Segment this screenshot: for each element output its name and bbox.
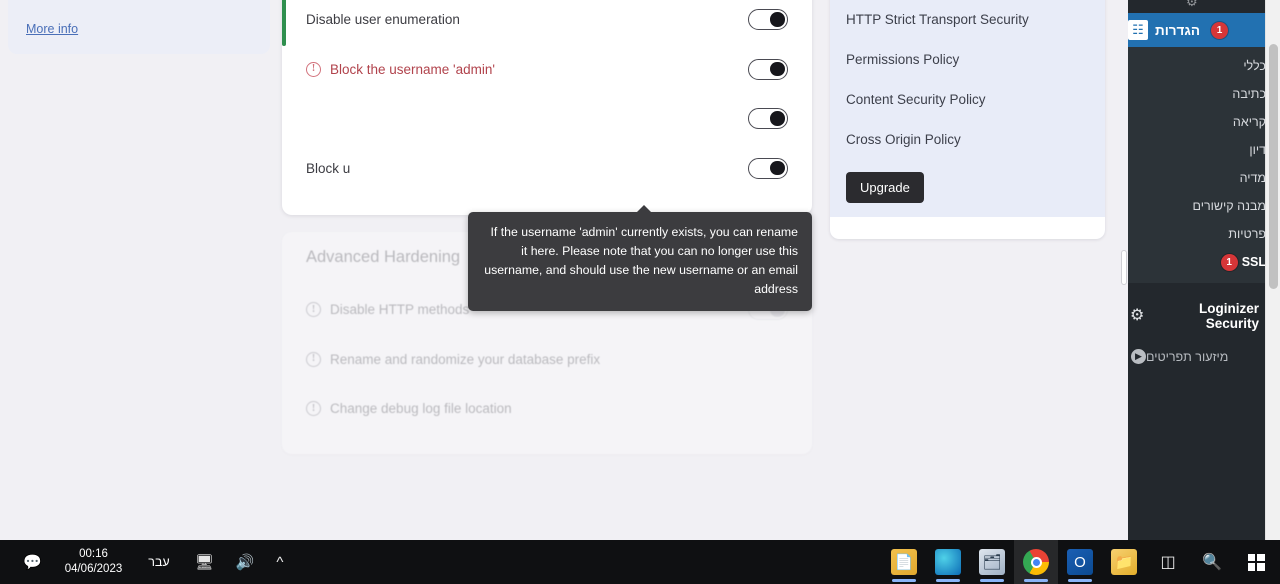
taskbar-system-tray: 💬 00:16 04/06/2023 עבר 🖥 🔊 ^ — [0, 540, 292, 584]
volume-icon[interactable]: 🔊 — [227, 553, 264, 571]
sidebar-scrollbar[interactable] — [1120, 0, 1128, 540]
advanced-option-label-wrap: ! Rename and randomize your database pre… — [306, 351, 601, 367]
hardening-option-row: Disable user enumeration — [306, 0, 788, 45]
outlook-app-icon[interactable]: O — [1058, 540, 1102, 584]
taskbar-app-buttons: 📄 🗂 O 📁 ◫ 🔍 — [882, 540, 1280, 584]
more-info-link[interactable]: More info — [26, 22, 78, 36]
ssl-badge: 1 — [1220, 254, 1238, 272]
advanced-option-row: ! Rename and randomize your database pre… — [306, 335, 788, 385]
wp-admin-sidebar-scroll: ⚙ ☷ הגדרות 1 כללי כתיבה קריאה דיון מדיה … — [1112, 0, 1280, 374]
active-section-indicator — [282, 0, 286, 46]
collapse-play-icon: ▶ — [1131, 349, 1146, 365]
hardening-option-row: ! Block the username 'admin' — [306, 45, 788, 95]
hardening-option-label: Disable user enumeration — [306, 12, 460, 28]
security-header-item: Permissions Policy — [846, 52, 960, 67]
hardening-option-label: Block u — [306, 160, 351, 176]
taskbar-clock[interactable]: 00:16 04/06/2023 — [55, 547, 133, 577]
sidebar-collapse-menu[interactable]: ▶ מיזעור תפריטים — [1120, 340, 1280, 374]
sidebar-subitem-permalinks[interactable]: מבנה קישורים — [1120, 192, 1280, 220]
settings-submenu: כללי כתיבה קריאה דיון מדיה מבנה קישורים … — [1120, 47, 1280, 284]
search-icon[interactable]: 🔍 — [1190, 540, 1234, 584]
advanced-option-label: Disable HTTP methods — [330, 302, 470, 318]
info-circle-icon[interactable]: ! — [306, 61, 321, 77]
files-app-icon[interactable]: 🗂 — [970, 540, 1014, 584]
browser-viewport: potential weaknesses and vulnerabilities… — [0, 0, 1280, 540]
hardening-option-row — [306, 94, 788, 144]
sidebar-item-settings-label: הגדרות — [1155, 22, 1200, 38]
windows-taskbar: 💬 00:16 04/06/2023 עבר 🖥 🔊 ^ 📄 🗂 O 📁 ◫ 🔍 — [0, 540, 1280, 584]
taskbar-clock-date: 04/06/2023 — [64, 563, 123, 575]
toggle-disable-user-enumeration[interactable] — [748, 9, 788, 31]
toggle-block-usernames[interactable] — [748, 157, 788, 179]
file-explorer-icon[interactable]: 📁 — [1102, 540, 1146, 584]
taskbar-language-indicator[interactable]: עבר — [136, 555, 181, 569]
hardening-option-label-wrap: ! Block the username 'admin' — [306, 61, 495, 77]
task-view-icon[interactable]: ◫ — [1146, 540, 1190, 584]
page-scrollbar[interactable] — [1265, 0, 1280, 540]
admin-username-tooltip: If the username 'admin' currently exists… — [468, 205, 812, 311]
sidebar-item-loginizer-label: Loginizer Security — [1199, 301, 1259, 332]
notes-app-icon[interactable]: 📄 — [882, 540, 926, 584]
toggle-block-admin-username[interactable] — [748, 58, 788, 80]
hardening-card: ! Prevent login feedback Disable directo… — [282, 0, 812, 215]
sidebar-item-loginizer-security[interactable]: ⚙ Loginizer Security — [1120, 292, 1280, 341]
page-scrollbar-thumb[interactable] — [1269, 44, 1278, 289]
wp-admin-sidebar: ⚙ ☷ הגדרות 1 כללי כתיבה קריאה דיון מדיה … — [1112, 0, 1280, 540]
show-hidden-chevron-icon[interactable]: ^ — [267, 554, 292, 571]
advanced-option-label: Rename and randomize your database prefi… — [330, 351, 601, 367]
settings-sliders-icon: ☷ — [1128, 20, 1148, 40]
upgrade-row: Upgrade — [846, 160, 1089, 203]
security-headers-footer — [830, 217, 1105, 239]
sidebar-subitem-media[interactable]: מדיה — [1120, 164, 1280, 192]
settings-update-badge: 1 — [1211, 21, 1228, 39]
security-header-item: Cross Origin Policy — [846, 132, 961, 147]
hardening-option-row: Block u — [306, 144, 788, 194]
sidebar-subitem-ssl[interactable]: SSL1 — [1120, 248, 1280, 277]
security-header-item: HTTP Strict Transport Security — [846, 12, 1029, 27]
security-headers-column: Recommended Security Headers HTTP Strict… — [830, 0, 1105, 239]
sidebar-subitem-general[interactable]: כללי — [1120, 52, 1280, 80]
info-circle-icon[interactable]: ! — [306, 401, 321, 417]
advanced-option-label-wrap: ! Disable HTTP methods — [306, 302, 470, 318]
info-card: potential weaknesses and vulnerabilities… — [8, 0, 270, 54]
toggle-hardening-option-5[interactable] — [748, 108, 788, 130]
sidebar-subitem-writing[interactable]: כתיבה — [1120, 80, 1280, 108]
sidebar-separator — [1120, 283, 1280, 293]
upgrade-button[interactable]: Upgrade — [846, 172, 924, 203]
display-icon[interactable]: 🖥 — [186, 553, 223, 571]
security-headers-body: Recommended Security Headers HTTP Strict… — [830, 0, 1105, 217]
advanced-hardening-title: Advanced Hardening — [306, 248, 461, 266]
wp-menu-item-cutoff[interactable]: ⚙ — [1120, 0, 1280, 13]
hardening-option-label: Block the username 'admin' — [330, 61, 495, 77]
sidebar-collapse-label: מיזעור תפריטים — [1146, 349, 1229, 364]
hardening-option-label-wrap: Block u — [306, 161, 350, 176]
more-info-row: More info — [26, 20, 252, 38]
info-card-column: potential weaknesses and vulnerabilities… — [8, 0, 270, 54]
sidebar-scrollbar-thumb[interactable] — [1121, 250, 1127, 285]
start-button-icon[interactable] — [1234, 540, 1278, 584]
info-circle-icon[interactable]: ! — [306, 351, 321, 367]
advanced-option-label-wrap: ! Change debug log file location — [306, 401, 512, 417]
sidebar-subitem-ssl-label: SSL — [1241, 255, 1266, 269]
edge-browser-icon[interactable] — [926, 540, 970, 584]
advanced-option-label: Change debug log file location — [330, 401, 512, 417]
chrome-browser-icon[interactable] — [1014, 540, 1058, 584]
cutoff-gear-icon: ⚙ — [1186, 0, 1198, 9]
sidebar-subitem-privacy[interactable]: פרטיות — [1120, 220, 1280, 248]
info-card-paragraph: potential weaknesses and vulnerabilities… — [26, 0, 252, 6]
chat-icon[interactable]: 💬 — [14, 553, 51, 571]
current-item-arrow-icon — [1112, 22, 1120, 38]
security-header-item: Content Security Policy — [846, 92, 986, 107]
taskbar-clock-time: 00:16 — [79, 548, 108, 560]
sidebar-subitem-discussion[interactable]: דיון — [1120, 136, 1280, 164]
gear-icon: ⚙ — [1130, 307, 1145, 325]
sidebar-item-settings[interactable]: ☷ הגדרות 1 — [1112, 13, 1280, 47]
hardening-option-label-wrap: Disable user enumeration — [306, 12, 460, 27]
info-circle-icon[interactable]: ! — [306, 302, 321, 318]
security-headers-card: Recommended Security Headers HTTP Strict… — [830, 0, 1105, 239]
advanced-option-row: ! Change debug log file location — [306, 384, 788, 434]
sidebar-subitem-reading[interactable]: קריאה — [1120, 108, 1280, 136]
